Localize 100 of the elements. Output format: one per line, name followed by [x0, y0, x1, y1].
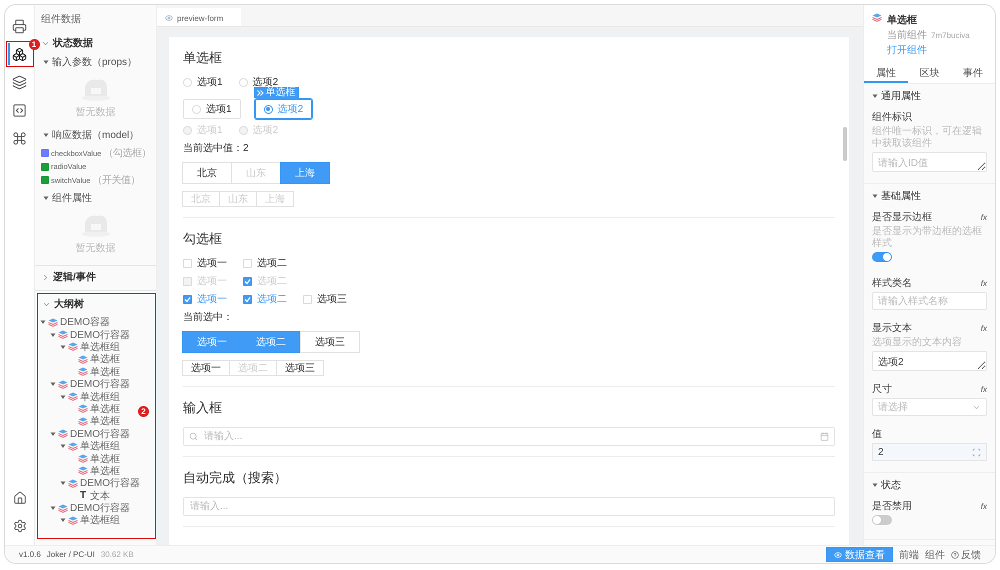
fx-label[interactable]: fx — [980, 502, 987, 510]
text-area[interactable]: 选项2 — [872, 351, 987, 371]
section-title[interactable]: 逻辑/事件 — [53, 270, 96, 284]
value-field[interactable]: 2 — [872, 443, 987, 461]
section-title[interactable]: 状态 — [881, 478, 901, 492]
variable-note: （勾选框） — [103, 146, 151, 160]
section-title[interactable]: 基础属性 — [881, 189, 921, 203]
caret-icon[interactable] — [872, 93, 878, 99]
inspector-tab[interactable]: 事件 — [951, 63, 995, 83]
stack-icon — [68, 392, 78, 402]
variable-note: （开关值） — [92, 174, 140, 187]
tree-item[interactable]: 单选框组 — [60, 440, 120, 452]
fx-label[interactable]: fx — [980, 324, 987, 332]
checkbox-option[interactable]: 选项三 — [303, 292, 347, 306]
scrollbar-thumb[interactable] — [843, 127, 847, 161]
fx-label[interactable]: fx — [980, 278, 987, 288]
tree-item[interactable]: 单选框 — [70, 415, 120, 428]
caret-icon[interactable] — [872, 482, 878, 488]
segment-button[interactable]: 选项二 — [241, 331, 301, 353]
empty-text: 暂无数据 — [76, 242, 116, 255]
group-title[interactable]: 响应数据（model） — [52, 128, 140, 142]
caret-icon[interactable] — [50, 381, 56, 388]
fx-label[interactable]: fx — [980, 212, 987, 222]
status-button[interactable]: 数据查看 — [826, 547, 893, 562]
status-link[interactable]: 反馈 — [951, 548, 981, 562]
eye-icon — [834, 550, 842, 558]
tree-item[interactable]: 单选框 — [70, 464, 120, 478]
tree-item[interactable]: 单选框 — [70, 402, 120, 416]
open-component-link[interactable]: 打开组件 — [887, 43, 970, 57]
segment-button[interactable]: 选项三 — [300, 331, 360, 353]
caret-icon[interactable] — [60, 443, 66, 450]
status-link[interactable]: 组件 — [925, 548, 945, 562]
caret-icon[interactable] — [60, 394, 66, 400]
checkbox-option[interactable]: 选项二 — [243, 256, 287, 270]
segment-button[interactable]: 选项一 — [182, 360, 230, 376]
input-field[interactable]: 请输入样式名称 — [872, 292, 987, 310]
tree-item[interactable]: DEMO行容器 — [50, 502, 130, 514]
field-description: 选项显示的文本内容 — [872, 337, 963, 349]
segment-button[interactable]: 选项一 — [182, 331, 242, 353]
tree-item[interactable]: T 文本 — [70, 489, 110, 502]
inspector-tab[interactable]: 属性 — [864, 63, 908, 83]
tree-item[interactable]: DEMO行容器 — [50, 328, 130, 341]
tree-item[interactable]: 单选框 — [70, 452, 120, 465]
tree-item[interactable]: DEMO容器 — [40, 316, 110, 328]
tree-item[interactable]: 单选框组 — [60, 390, 120, 403]
tree-item[interactable]: DEMO行容器 — [50, 378, 130, 390]
tree-item[interactable]: DEMO行容器 — [50, 428, 130, 440]
caret-icon[interactable] — [60, 517, 66, 524]
caret-icon[interactable] — [60, 480, 66, 486]
field-label: 组件标识 — [872, 110, 912, 124]
section-title[interactable]: 通用属性 — [881, 89, 921, 103]
toggle-switch[interactable] — [872, 252, 892, 262]
tree-item[interactable]: DEMO行容器 — [60, 477, 140, 490]
segment-button[interactable]: 选项三 — [276, 360, 324, 376]
caret-icon[interactable] — [43, 195, 49, 201]
caret-icon[interactable] — [50, 332, 56, 338]
checkbox-option[interactable]: 选项一 — [183, 292, 227, 306]
eye-icon — [165, 14, 173, 22]
caret-icon[interactable] — [60, 344, 66, 350]
section-title[interactable]: 状态数据 — [53, 36, 93, 50]
stack-icon — [872, 13, 882, 22]
group-title[interactable]: 输入参数（props） — [52, 55, 138, 69]
checkbox-option[interactable]: 选项一 — [183, 256, 227, 270]
caret-icon[interactable] — [43, 132, 49, 138]
checkbox-option[interactable]: 选项二 — [243, 292, 287, 306]
rail-button[interactable] — [8, 43, 32, 65]
stack-icon — [78, 454, 88, 463]
checkbox[interactable] — [243, 294, 252, 304]
value-text: 当前选中值：2 — [183, 142, 250, 155]
caret-icon[interactable] — [50, 430, 56, 437]
toggle-switch[interactable] — [872, 515, 892, 525]
section-title[interactable]: 大纲树 — [54, 297, 84, 311]
radio-circle[interactable] — [264, 104, 273, 114]
chevron-icon[interactable] — [41, 272, 50, 282]
text-area[interactable]: 请输入ID值 — [872, 152, 987, 172]
command-icon — [12, 130, 27, 146]
caret-icon[interactable] — [43, 59, 49, 65]
segment-button[interactable]: 上海 — [280, 162, 330, 184]
checkbox[interactable] — [183, 294, 192, 304]
stack-icon — [78, 416, 88, 426]
caret-icon[interactable] — [50, 505, 56, 512]
search-field[interactable]: 请输入... — [183, 427, 835, 446]
tree-item[interactable]: 单选框 — [70, 353, 120, 366]
tree-item[interactable]: 单选框组 — [60, 514, 120, 527]
caret-icon[interactable] — [40, 319, 46, 326]
radio-option[interactable]: 选项2 — [254, 99, 312, 119]
segment-button[interactable]: 北京 — [182, 162, 232, 184]
section-heading: 自动完成（搜索） — [183, 469, 288, 487]
tree-item[interactable]: 单选框 — [70, 366, 120, 378]
inspector-tab[interactable]: 区块 — [908, 63, 952, 83]
radio-option[interactable]: 选项1 — [183, 75, 223, 89]
author-text: Joker / PC-UI — [46, 550, 95, 559]
fx-label[interactable]: fx — [980, 384, 987, 394]
group-title[interactable]: 组件属性 — [52, 191, 92, 205]
editor-tab[interactable]: preview-form — [157, 8, 242, 26]
radio-option[interactable]: 选项1 — [183, 99, 241, 119]
tree-item[interactable]: 单选框组 — [60, 340, 120, 354]
input-field[interactable]: 请输入... — [183, 497, 835, 516]
status-link[interactable]: 前端 — [899, 548, 919, 562]
caret-icon[interactable] — [872, 193, 878, 199]
